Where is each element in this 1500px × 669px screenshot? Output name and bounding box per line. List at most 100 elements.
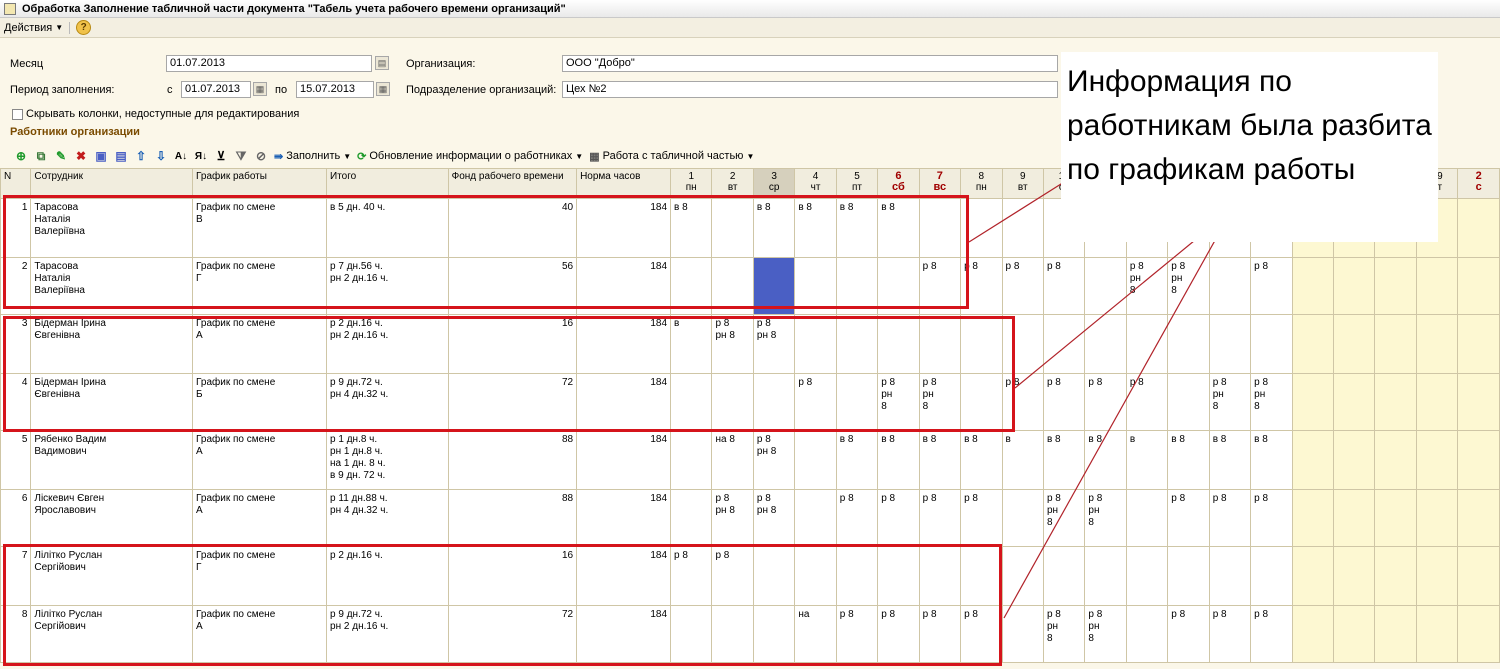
cell-day[interactable] [1333,373,1376,431]
cell-fund[interactable]: 56 [447,257,578,315]
cell-day[interactable]: р 8 [1042,257,1086,315]
move-up-icon[interactable]: ⇧ [134,149,148,163]
cell-day[interactable]: р 8 рн 8 [918,373,962,431]
cell-day[interactable] [1125,489,1169,547]
cell-day[interactable] [752,257,796,315]
header-norm[interactable]: Норма часов [576,168,672,199]
actions-menu[interactable]: Действия ▼ [4,21,71,34]
cell-day[interactable]: в 8 [1250,430,1293,490]
header-day[interactable]: 7 вс [918,168,962,199]
cell-norm[interactable]: 184 [576,257,672,315]
cell-schedule[interactable]: График по смене В [192,198,328,258]
cell-day[interactable]: р 8 [1167,605,1210,663]
cell-total[interactable]: р 9 дн.72 ч. рн 4 дн.32 ч. [326,373,449,431]
cell-day[interactable]: р 8 [960,257,1003,315]
edit-icon[interactable]: ✎ [54,149,68,163]
cell-day[interactable] [1333,430,1376,490]
cell-day[interactable]: р 8 [918,489,962,547]
cell-day[interactable] [670,257,713,315]
cell-day[interactable]: р 8 рн 8 [752,314,796,374]
cell-n[interactable]: 8 [0,605,32,663]
cell-norm[interactable]: 184 [576,489,672,547]
cell-employee[interactable]: Лілітко Руслан Сергійович [30,546,194,606]
cell-day[interactable]: в [1125,430,1169,490]
cell-day[interactable] [835,373,879,431]
cell-day[interactable] [711,198,754,258]
sort-asc-icon[interactable]: A↓ [174,149,188,163]
cell-day[interactable] [1374,430,1417,490]
cell-fund[interactable]: 40 [447,198,578,258]
cell-day[interactable] [1415,257,1459,315]
header-day[interactable]: 2с [1457,168,1500,199]
cell-day[interactable] [1208,257,1252,315]
cell-total[interactable]: в 5 дн. 40 ч. [326,198,449,258]
cell-day[interactable] [752,546,796,606]
cell-day[interactable] [752,605,796,663]
cell-total[interactable]: р 1 дн.8 ч. рн 1 дн.8 ч. на 1 дн. 8 ч. в… [326,430,449,490]
cell-n[interactable]: 6 [0,489,32,547]
cell-day[interactable] [918,198,962,258]
cell-day[interactable] [1291,546,1335,606]
cell-total[interactable]: р 11 дн.88 ч. рн 4 дн.32 ч. [326,489,449,547]
cell-day[interactable]: р 8 [1084,373,1127,431]
cell-n[interactable]: 1 [0,198,32,258]
cell-total[interactable]: р 2 дн.16 ч. [326,546,449,606]
period-from-field[interactable]: 01.07.2013 [181,81,251,98]
cell-employee[interactable]: Тарасова Наталія Валеріївна [30,257,194,315]
filter-icon[interactable]: ⧩ [234,149,248,163]
cell-day[interactable] [1208,314,1252,374]
cell-day[interactable] [794,489,837,547]
cell-day[interactable]: р 8 рн 8 [1084,605,1127,663]
cell-day[interactable] [1457,373,1500,431]
cell-day[interactable] [1415,373,1459,431]
cell-norm[interactable]: 184 [576,198,672,258]
cell-day[interactable] [1250,546,1293,606]
table-row[interactable]: 7 Лілітко Руслан Сергійович График по смен… [0,546,1500,606]
cell-day[interactable] [1084,257,1127,315]
cell-day[interactable] [877,257,920,315]
organization-field[interactable]: ООО "Добро" [562,55,1058,72]
header-total[interactable]: Итого [326,168,449,199]
cell-employee[interactable]: Ліскевич Євген Ярославович [30,489,194,547]
cell-day[interactable]: р 8 рн 8 [1250,373,1293,431]
cell-n[interactable]: 7 [0,546,32,606]
cell-day[interactable] [1415,546,1459,606]
cell-day[interactable]: на 8 [711,430,754,490]
delete-icon[interactable]: ✖ [74,149,88,163]
cell-day[interactable] [918,546,962,606]
cell-schedule[interactable]: График по смене А [192,314,328,374]
cell-day[interactable] [1333,314,1376,374]
table-row[interactable]: 6 Ліскевич Євген Ярославович График по сме… [0,489,1500,547]
cell-day[interactable] [918,314,962,374]
cell-schedule[interactable]: График по смене Г [192,546,328,606]
cell-norm[interactable]: 184 [576,605,672,663]
cell-day[interactable]: в 8 [918,430,962,490]
cell-day[interactable] [1001,489,1044,547]
cell-day[interactable] [960,546,1003,606]
header-day[interactable]: 9 вт [1001,168,1044,199]
cell-day[interactable]: в 8 [960,430,1003,490]
cell-day[interactable] [1457,257,1500,315]
cell-day[interactable] [1291,373,1335,431]
cell-day[interactable]: в 8 [1208,430,1252,490]
cell-day[interactable] [1125,314,1169,374]
cell-day[interactable]: в 8 [752,198,796,258]
cell-day[interactable]: р 8 рн 8 [711,314,754,374]
cell-day[interactable] [1291,257,1335,315]
cell-fund[interactable]: 72 [447,373,578,431]
cell-day[interactable] [835,257,879,315]
sort-desc-icon[interactable]: Я↓ [194,149,208,163]
cell-day[interactable] [1333,257,1376,315]
cell-day[interactable]: р 8 [877,489,920,547]
filter-value-icon[interactable]: ⊻ [214,149,228,163]
cell-schedule[interactable]: График по смене А [192,605,328,663]
cell-day[interactable]: р 8 [1167,489,1210,547]
cell-schedule[interactable]: График по смене Г [192,257,328,315]
cell-n[interactable]: 2 [0,257,32,315]
cell-n[interactable]: 4 [0,373,32,431]
cell-total[interactable]: р 7 дн.56 ч. рн 2 дн.16 ч. [326,257,449,315]
cell-employee[interactable]: Тарасова Наталія Валеріївна [30,198,194,258]
cell-day[interactable] [1415,314,1459,374]
cell-fund[interactable]: 72 [447,605,578,663]
cell-day[interactable]: р 8 рн 8 [752,489,796,547]
